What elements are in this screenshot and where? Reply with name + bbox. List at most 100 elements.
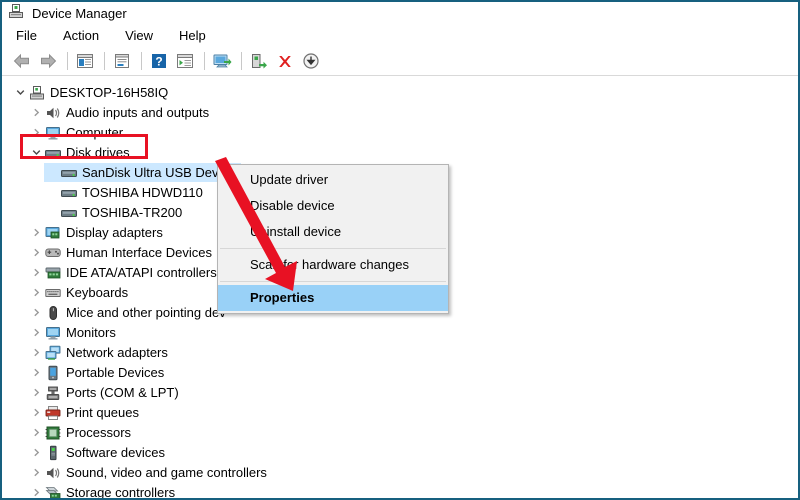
tree-node-label: TOSHIBA-TR200 (82, 205, 183, 220)
tree-node-disk-drives[interactable]: Disk drives (28, 143, 130, 162)
tree-node-portable-devices[interactable]: Portable Devices (28, 363, 164, 382)
context-menu-item-uninstall-device[interactable]: Uninstall device (218, 219, 448, 245)
tree-node-label: Mice and other pointing dev (66, 305, 226, 320)
tree-node-print-queues[interactable]: Print queues (28, 403, 139, 422)
keyboard-icon (44, 283, 62, 302)
processor-icon (44, 423, 62, 442)
menu-item-file[interactable]: File (16, 28, 37, 43)
chevron-right-icon[interactable] (28, 443, 44, 462)
port-icon (44, 383, 62, 402)
tree-node-computer[interactable]: Computer (28, 123, 123, 142)
show-hide-action-pane-icon[interactable] (173, 49, 197, 73)
chevron-right-icon[interactable] (28, 263, 44, 282)
chevron-right-icon[interactable] (28, 423, 44, 442)
chevron-right-icon[interactable] (28, 323, 44, 342)
gamepad-icon (44, 243, 62, 262)
help-icon[interactable]: ? (147, 49, 171, 73)
context-menu-item-properties[interactable]: Properties (218, 285, 448, 311)
tree-node-label: Computer (66, 125, 124, 140)
chevron-right-icon[interactable] (28, 363, 44, 382)
chevron-right-icon[interactable] (28, 483, 44, 498)
computer-root-icon (28, 83, 46, 102)
menu-bar[interactable]: File Action View Help (2, 24, 798, 46)
tree-node-label: Portable Devices (66, 365, 165, 380)
tree-node-label: DESKTOP-16H58IQ (50, 85, 169, 100)
context-menu-item-disable-device[interactable]: Disable device (218, 193, 448, 219)
chevron-right-icon[interactable] (28, 343, 44, 362)
tree-node-label: Storage controllers (66, 485, 176, 498)
toolbar-separator (141, 52, 142, 70)
chevron-right-icon[interactable] (28, 223, 44, 242)
tree-node-label: Audio inputs and outputs (66, 105, 210, 120)
tree-node-toshiba-hdwd110[interactable]: TOSHIBA HDWD110 (44, 183, 203, 202)
chevron-right-icon[interactable] (28, 243, 44, 262)
uninstall-device-icon[interactable] (273, 49, 297, 73)
tree-node-sandisk-ultra-usb-device[interactable]: SanDisk Ultra USB Device (44, 163, 242, 182)
context-menu-separator (220, 281, 446, 282)
tree-node-display-adapters[interactable]: Display adapters (28, 223, 163, 242)
tree-node-keyboards[interactable]: Keyboards (28, 283, 128, 302)
forward-arrow-icon[interactable] (36, 49, 60, 73)
disk-drive-icon (60, 203, 78, 222)
software-device-icon (44, 443, 62, 462)
chevron-right-icon[interactable] (28, 403, 44, 422)
tree-node-processors[interactable]: Processors (28, 423, 131, 442)
tree-node-ide-ata-atapi-controllers[interactable]: IDE ATA/ATAPI controllers (28, 263, 217, 282)
chevron-down-icon[interactable] (12, 83, 28, 102)
speaker-icon (44, 103, 62, 122)
tree-node-label: IDE ATA/ATAPI controllers (66, 265, 217, 280)
tree-node-toshiba-tr200[interactable]: TOSHIBA-TR200 (44, 203, 182, 222)
tree-node-human-interface-devices[interactable]: Human Interface Devices (28, 243, 212, 262)
tree-node-desktop[interactable]: DESKTOP-16H58IQ (12, 83, 168, 102)
monitor-icon (44, 123, 62, 142)
toolbar-separator (67, 52, 68, 70)
computer-device-icon (8, 3, 24, 24)
network-adapter-icon (44, 343, 62, 362)
tree-node-audio-inputs-and-outputs[interactable]: Audio inputs and outputs (28, 103, 209, 122)
svg-text:?: ? (155, 55, 162, 69)
menu-item-help[interactable]: Help (179, 28, 206, 43)
chevron-right-icon[interactable] (28, 463, 44, 482)
tree-node-label: TOSHIBA HDWD110 (82, 185, 203, 200)
chevron-right-icon[interactable] (28, 123, 44, 142)
chevron-right-icon[interactable] (28, 303, 44, 322)
tree-node-sound-video-and-game-controllers[interactable]: Sound, video and game controllers (28, 463, 267, 482)
tree-node-label: Keyboards (66, 285, 129, 300)
context-menu-separator (220, 248, 446, 249)
tree-node-label: Print queues (66, 405, 139, 420)
toolbar: ? (2, 47, 798, 75)
toolbar-separator (104, 52, 105, 70)
update-driver-icon[interactable] (210, 49, 234, 73)
tree-node-label: SanDisk Ultra USB Device (82, 165, 236, 180)
context-menu-item-update-driver[interactable]: Update driver (218, 167, 448, 193)
chevron-down-icon[interactable] (28, 143, 44, 162)
disk-drive-icon (44, 143, 62, 162)
scan-hardware-changes-icon[interactable] (299, 49, 323, 73)
tree-node-monitors[interactable]: Monitors (28, 323, 116, 342)
tree-node-ports-com-and-lpt[interactable]: Ports (COM & LPT) (28, 383, 179, 402)
show-hide-console-tree-icon[interactable] (73, 49, 97, 73)
device-manager-window: Device Manager File Action View Help ? D… (0, 0, 800, 500)
menu-item-action[interactable]: Action (63, 28, 99, 43)
tree-node-label: Processors (66, 425, 132, 440)
ide-controller-icon (44, 263, 62, 282)
title-bar: Device Manager (2, 2, 798, 24)
menu-item-view[interactable]: View (125, 28, 153, 43)
printer-icon (44, 403, 62, 422)
mouse-icon (44, 303, 62, 322)
back-arrow-icon[interactable] (10, 49, 34, 73)
context-menu-item-scan-for-hardware-changes[interactable]: Scan for hardware changes (218, 252, 448, 278)
tree-node-software-devices[interactable]: Software devices (28, 443, 165, 462)
enable-device-icon[interactable] (247, 49, 271, 73)
monitor-icon (44, 323, 62, 342)
tree-node-network-adapters[interactable]: Network adapters (28, 343, 168, 362)
properties-icon[interactable] (110, 49, 134, 73)
chevron-right-icon[interactable] (28, 283, 44, 302)
tree-node-mice-and-other-pointing-devices[interactable]: Mice and other pointing dev (28, 303, 226, 322)
disk-drive-icon (60, 183, 78, 202)
chevron-right-icon[interactable] (28, 383, 44, 402)
context-menu[interactable]: Update driver Disable device Uninstall d… (217, 164, 449, 314)
tree-node-storage-controllers[interactable]: Storage controllers (28, 483, 175, 498)
chevron-right-icon[interactable] (28, 103, 44, 122)
